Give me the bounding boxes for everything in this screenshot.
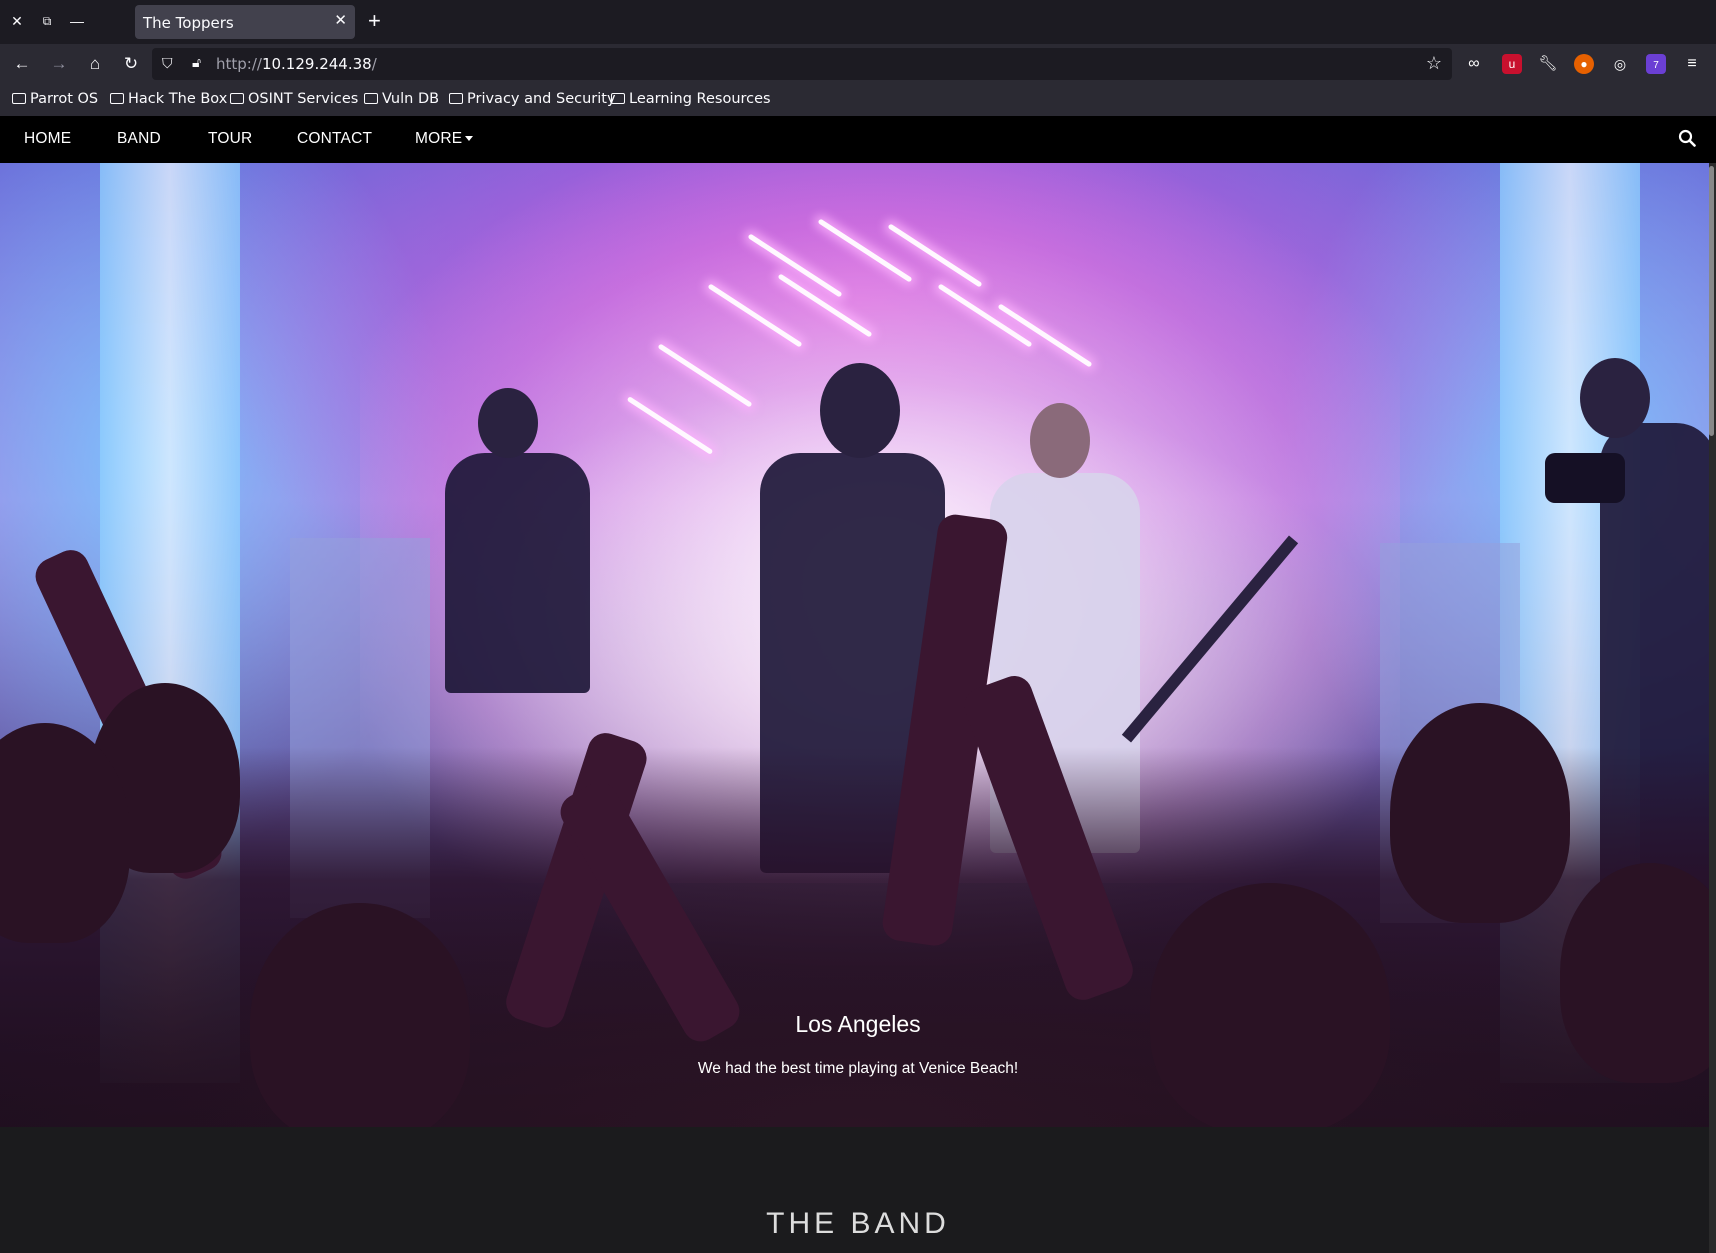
video-camera [1545,453,1625,503]
ublock-icon[interactable]: u [1502,54,1522,74]
window-minimize-icon[interactable]: — [66,10,88,32]
folder-icon [364,93,378,104]
crowd-head [1150,883,1390,1127]
nav-contact[interactable]: CONTACT [297,130,372,148]
folder-icon [12,93,26,104]
browser-toolbar: ← → ⌂ ↻ ⛉ 🔓︎ http://10.129.244.38/ ☆ ∞ u… [0,44,1716,84]
bassist-head [1030,403,1090,478]
bookmark-osint-services[interactable]: OSINT Services [230,91,358,107]
folder-icon [449,93,463,104]
guitarist-head [478,388,538,458]
band-section-title: THE BAND [766,1207,950,1240]
reload-icon[interactable]: ↻ [119,52,143,76]
cameraman-head [1580,358,1650,438]
crowd-head [1390,703,1570,923]
page-scrollbar-thumb[interactable] [1709,166,1714,436]
nav-band[interactable]: BAND [117,130,161,148]
new-tab-icon[interactable]: + [368,8,381,34]
tab-title: The Toppers [143,14,234,32]
home-icon[interactable]: ⌂ [83,52,107,76]
private-mask-icon[interactable]: ∞ [1464,54,1484,74]
wappalyzer-icon[interactable]: ◎ [1610,54,1630,74]
caret-down-icon [465,136,474,141]
extension-badge-icon[interactable]: 7 [1646,54,1666,74]
band-section: THE BAND [0,1127,1716,1253]
nav-home[interactable]: HOME [24,130,71,148]
folder-icon [611,93,625,104]
window-restore-icon[interactable]: ⧉ [36,10,58,32]
extension-badge-count: 7 [1653,60,1659,71]
nav-more-dropdown[interactable]: MORE [415,130,474,148]
hero-caption-title: Los Angeles [795,1011,921,1037]
bookmark-privacy-and-security[interactable]: Privacy and Security [449,91,616,107]
foxyproxy-icon[interactable]: ● [1574,54,1594,74]
bookmarks-bar: Parrot OS Hack The Box OSINT Services Vu… [0,84,1716,116]
window-close-icon[interactable]: ✕ [6,10,28,32]
tab-close-icon[interactable]: ✕ [334,11,347,29]
folder-icon [230,93,244,104]
back-icon[interactable]: ← [10,52,34,76]
bookmark-vuln-db[interactable]: Vuln DB [364,91,439,107]
menu-icon[interactable]: ≡ [1682,54,1702,74]
folder-icon [110,93,124,104]
bookmark-learning-resources[interactable]: Learning Resources [611,91,771,107]
site-navbar: HOME BAND TOUR CONTACT MORE [0,116,1716,163]
singer-head [820,363,900,458]
bookmark-parrot-os[interactable]: Parrot OS [12,91,98,107]
hero-caption-text: We had the best time playing at Venice B… [697,1060,1019,1077]
forward-icon[interactable]: → [47,52,71,76]
nav-tour[interactable]: TOUR [208,130,252,148]
browser-tab[interactable]: The Toppers ✕ [135,5,355,39]
guitarist-figure [445,453,590,693]
bookmark-star-icon[interactable]: ☆ [1426,53,1442,74]
address-bar[interactable]: ⛉ 🔓︎ http://10.129.244.38/ ☆ [152,48,1452,80]
hero-slide: Los Angeles We had the best time playing… [0,163,1716,1127]
wrench-icon[interactable]: 🔧︎ [1538,54,1558,74]
url-text[interactable]: http://10.129.244.38/ [216,55,377,73]
insecure-lock-icon[interactable]: 🔓︎ [192,54,201,71]
browser-tab-strip: ✕ ⧉ — The Toppers ✕ + [0,0,1716,44]
search-icon[interactable] [1678,129,1696,147]
tracking-shield-icon[interactable]: ⛉ [162,55,173,72]
bookmark-hack-the-box[interactable]: Hack The Box [110,91,227,107]
